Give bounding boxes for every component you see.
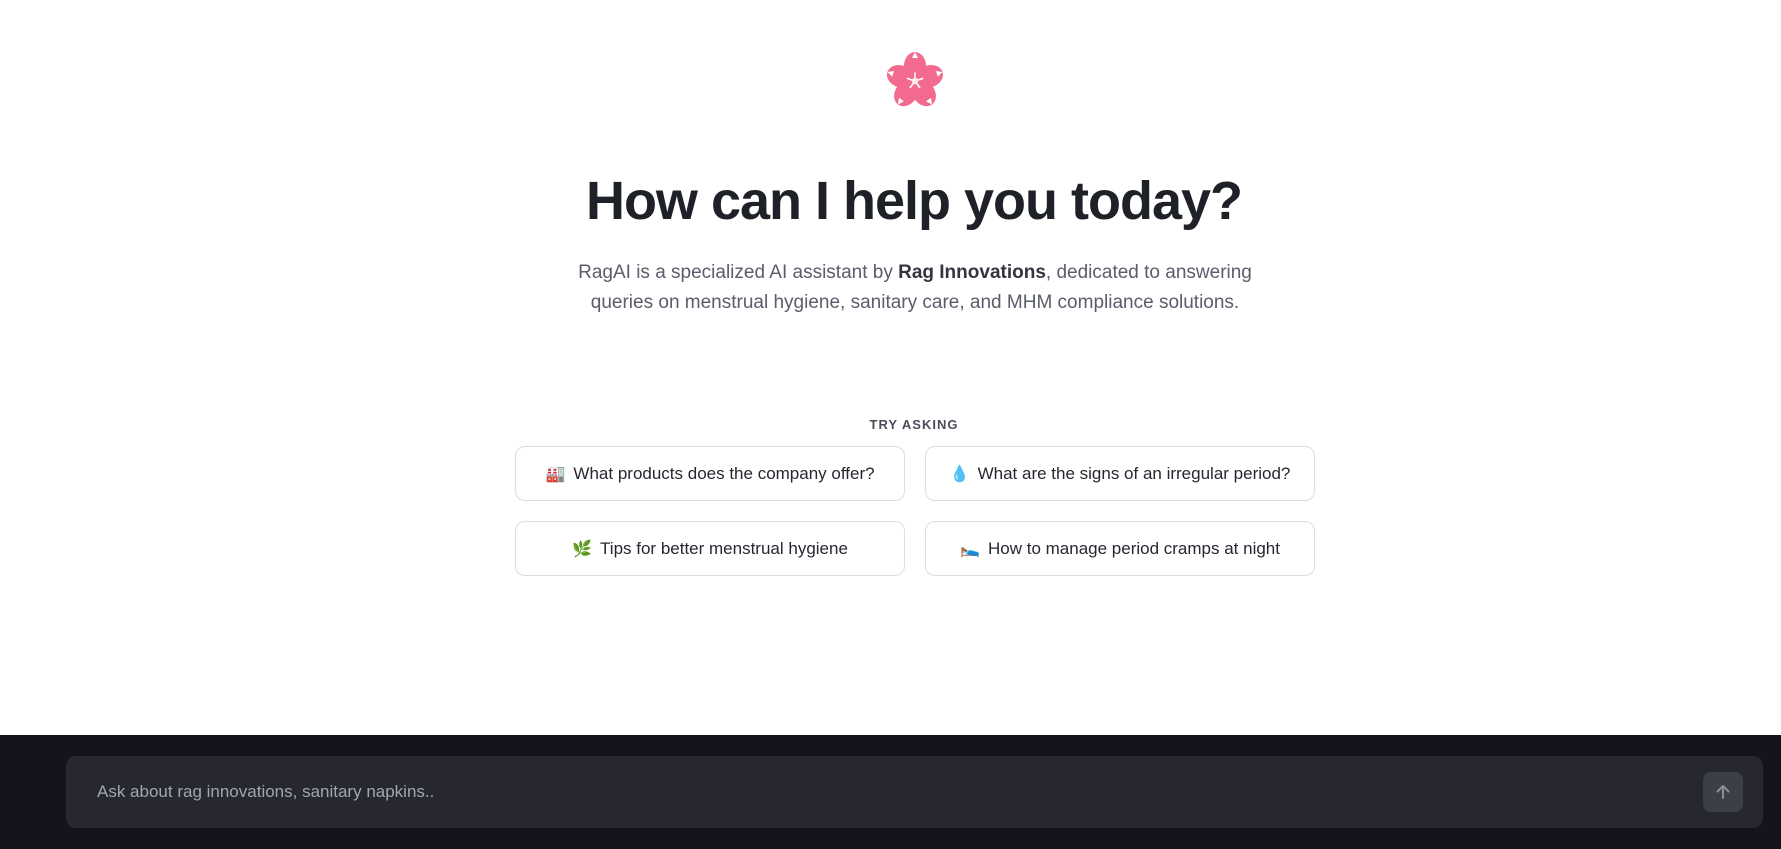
suggestion-label: How to manage period cramps at night [988,538,1280,558]
cherry-blossom-icon [886,52,944,107]
suggestion-label: What are the signs of an irregular perio… [977,463,1291,483]
chat-input[interactable] [66,756,1666,828]
bed-icon: 🛌 [960,539,980,558]
app-page: How can I help you today? RagAI is a spe… [0,0,1781,849]
suggestion-button-hygiene-tips[interactable]: 🌿 Tips for better menstrual hygiene [515,521,905,576]
suggestion-button-products[interactable]: 🏭 What products does the company offer? [515,446,905,501]
suggestion-button-irregular-period[interactable]: 💧 What are the signs of an irregular per… [925,446,1315,501]
try-asking-label: TRY ASKING [869,417,959,432]
main-area: How can I help you today? RagAI is a spe… [0,0,1781,735]
page-subtitle: RagAI is a specialized AI assistant by R… [550,258,1280,318]
subtitle-text-prefix: RagAI is a specialized AI assistant by [578,262,899,283]
arrow-up-icon [1716,785,1730,799]
droplet-icon: 💧 [949,464,970,483]
herb-icon: 🌿 [572,539,592,558]
send-button[interactable] [1703,772,1743,812]
page-title: How can I help you today? [585,171,1243,231]
suggestion-label: What products does the company offer? [573,463,875,483]
suggestion-label: Tips for better menstrual hygiene [600,538,848,558]
factory-icon: 🏭 [545,464,566,483]
subtitle-brand: Rag Innovations [898,262,1046,283]
suggestion-button-period-cramps[interactable]: 🛌 How to manage period cramps at night [925,521,1315,576]
chat-input-container [66,756,1763,828]
chat-footer [0,735,1781,849]
